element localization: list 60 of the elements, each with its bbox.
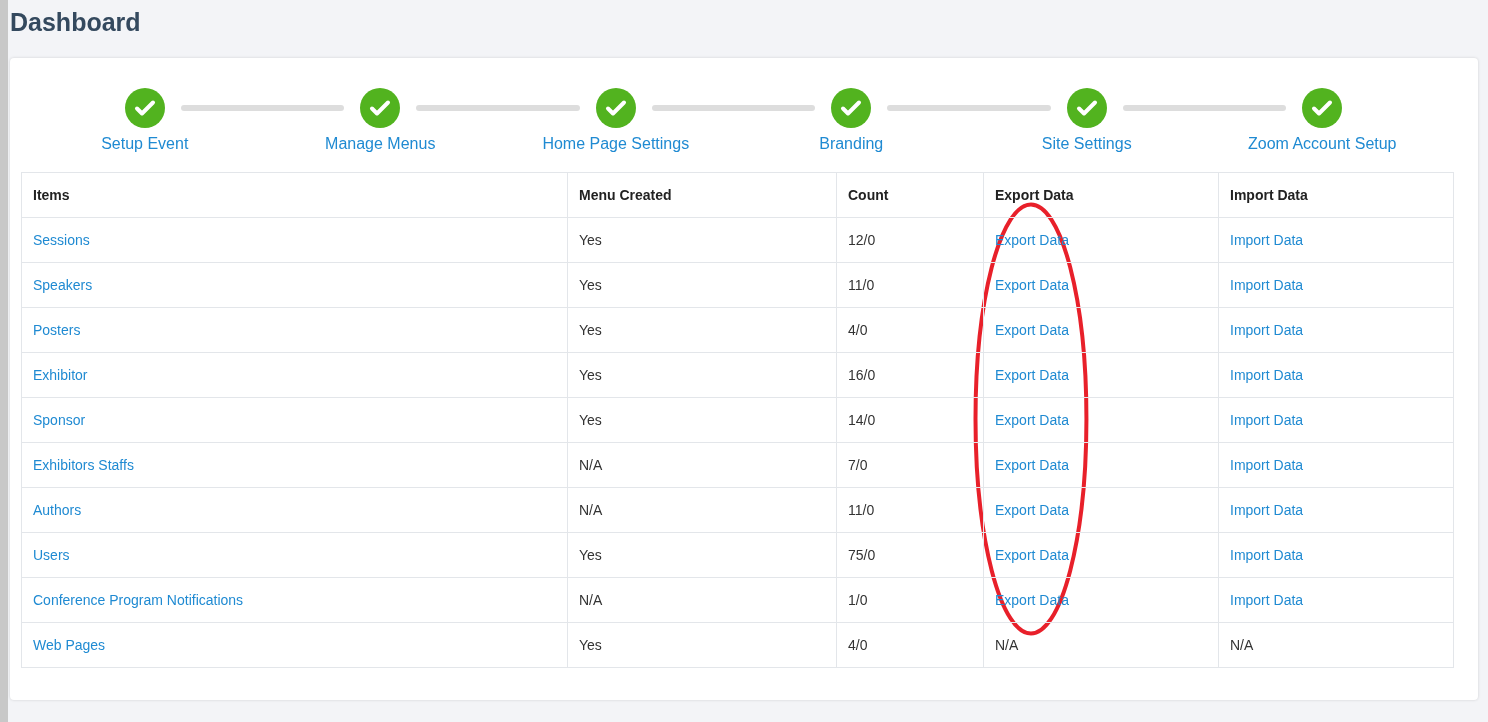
table-cell: 11/0 <box>836 262 984 308</box>
table-link[interactable]: Users <box>33 546 70 563</box>
table-cell: N/A <box>1218 622 1454 668</box>
table-link[interactable]: Import Data <box>1230 591 1304 608</box>
column-header: Menu Created <box>567 172 837 218</box>
table-cell: Yes <box>567 262 837 308</box>
table-link[interactable]: Export Data <box>995 276 1069 293</box>
table-link[interactable]: Export Data <box>995 321 1069 338</box>
page-title: Dashboard <box>10 7 141 38</box>
table-link[interactable]: Import Data <box>1230 501 1304 518</box>
table-cell: Yes <box>567 352 837 398</box>
table-cell: Yes <box>567 307 837 353</box>
table-cell: N/A <box>567 577 837 623</box>
table-link[interactable]: Posters <box>33 321 81 338</box>
table-cell: 75/0 <box>836 532 984 578</box>
step-link[interactable]: Manage Menus <box>325 132 436 156</box>
table-cell: N/A <box>567 442 837 488</box>
table-link[interactable]: Sessions <box>33 231 90 248</box>
table-link[interactable]: Import Data <box>1230 411 1304 428</box>
table-cell: N/A <box>983 622 1219 668</box>
table-cell: 4/0 <box>836 307 984 353</box>
column-header: Count <box>836 172 984 218</box>
table-link[interactable]: Sponsor <box>33 411 86 428</box>
step-link[interactable]: Setup Event <box>101 132 189 156</box>
table-link[interactable]: Import Data <box>1230 276 1304 293</box>
table-link[interactable]: Exhibitors Staffs <box>33 456 134 473</box>
table-cell: 12/0 <box>836 217 984 263</box>
table-link[interactable]: Export Data <box>995 546 1069 563</box>
step-link[interactable]: Home Page Settings <box>542 132 690 156</box>
table-cell: 16/0 <box>836 352 984 398</box>
step-link[interactable]: Zoom Account Setup <box>1248 132 1397 156</box>
table-cell: 11/0 <box>836 487 984 533</box>
table-link[interactable]: Import Data <box>1230 366 1304 383</box>
table-link[interactable]: Conference Program Notifications <box>33 591 244 608</box>
table-cell: 14/0 <box>836 397 984 443</box>
table-link[interactable]: Speakers <box>33 276 93 293</box>
table-link[interactable]: Export Data <box>995 501 1069 518</box>
table-link[interactable]: Export Data <box>995 456 1069 473</box>
table-cell: N/A <box>567 487 837 533</box>
table-cell: 1/0 <box>836 577 984 623</box>
table-link[interactable]: Import Data <box>1230 231 1304 248</box>
column-header: Export Data <box>983 172 1219 218</box>
table-link[interactable]: Import Data <box>1230 321 1304 338</box>
step-link[interactable]: Branding <box>819 132 884 156</box>
column-header: Import Data <box>1218 172 1454 218</box>
table-cell: Yes <box>567 622 837 668</box>
table-cell: Yes <box>567 397 837 443</box>
table-link[interactable]: Export Data <box>995 411 1069 428</box>
table-link[interactable]: Exhibitor <box>33 366 88 383</box>
table-link[interactable]: Web Pages <box>33 636 106 653</box>
table-link[interactable]: Import Data <box>1230 546 1304 563</box>
table-link[interactable]: Export Data <box>995 366 1069 383</box>
column-header: Items <box>21 172 568 218</box>
table-link[interactable]: Import Data <box>1230 456 1304 473</box>
table-cell: 7/0 <box>836 442 984 488</box>
table-link[interactable]: Authors <box>33 501 82 518</box>
table-cell: 4/0 <box>836 622 984 668</box>
table-cell: Yes <box>567 217 837 263</box>
step-link[interactable]: Site Settings <box>1041 132 1132 156</box>
table-cell: Yes <box>567 532 837 578</box>
